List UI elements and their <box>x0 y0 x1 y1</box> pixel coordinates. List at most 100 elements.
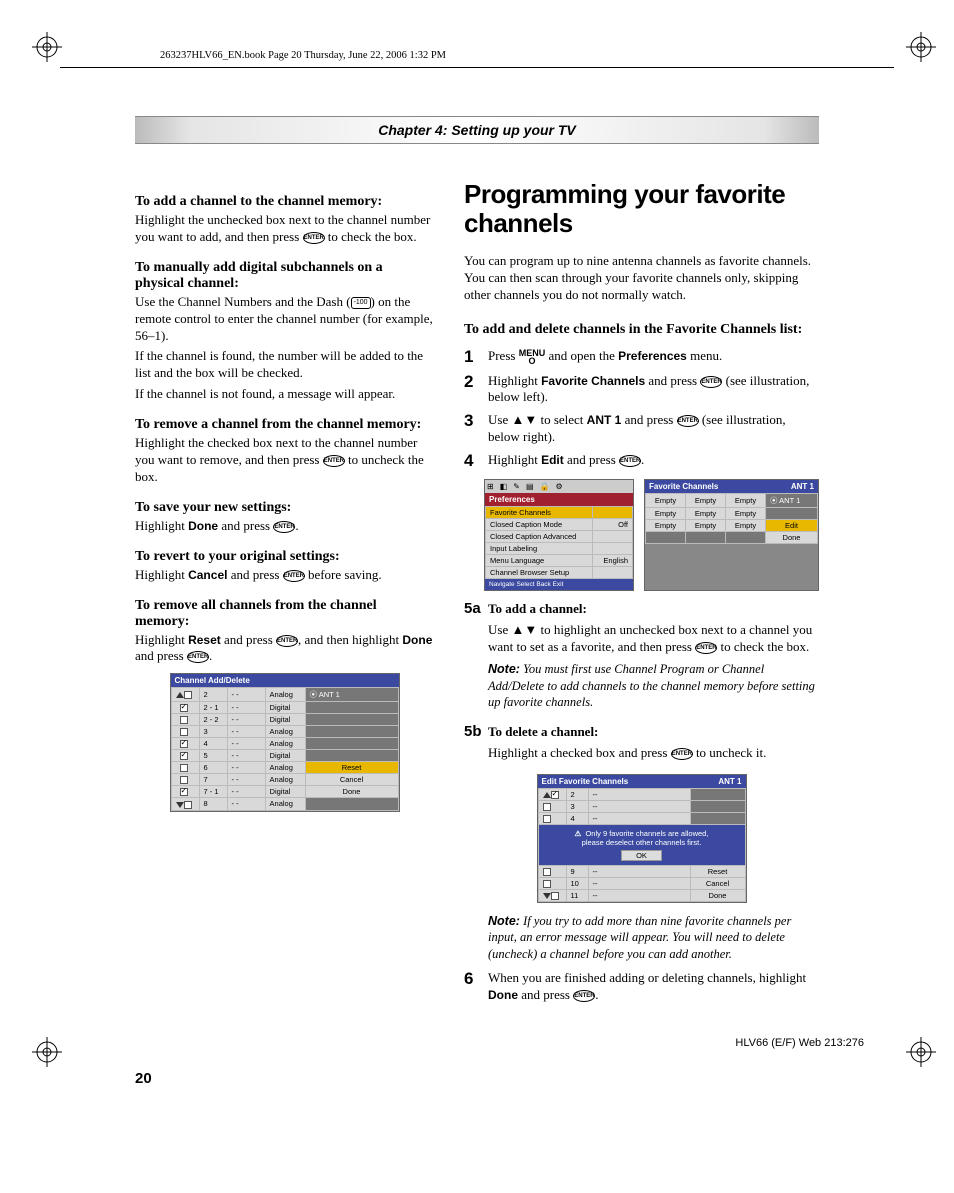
heading-remove-channel: To remove a channel from the channel mem… <box>135 417 434 433</box>
text: Done <box>488 988 518 1002</box>
text: Highlight <box>488 452 541 467</box>
text: Use <box>488 412 511 427</box>
text: Highlight <box>135 632 188 647</box>
enter-icon: ENTER <box>276 635 298 647</box>
enter-icon: ENTER <box>695 642 717 654</box>
step-4: 4 Highlight Edit and press ENTER. <box>464 452 819 471</box>
text: menu. <box>687 348 722 363</box>
text: Cancel <box>188 568 227 582</box>
text: Highlight <box>135 567 188 582</box>
para: Highlight the unchecked box next to the … <box>135 212 434 246</box>
enter-icon: ENTER <box>303 232 325 244</box>
heading-save: To save your new settings: <box>135 500 434 516</box>
text: to check the box. <box>325 229 417 244</box>
osd-preferences: ⊞◧✎▤🔒⚙ Preferences Favorite ChannelsClos… <box>484 479 634 591</box>
note: Note: If you try to add more than nine f… <box>488 913 819 962</box>
updown-arrows-icon: ▲▼ <box>511 622 537 637</box>
text: and press <box>621 412 676 427</box>
crop-mark-icon <box>906 32 936 62</box>
tab-icon: 🔒 <box>540 482 550 491</box>
heading-add-channel: To add a channel to the channel memory: <box>135 194 434 210</box>
step-3: 3 Use ▲▼ to select ANT 1 and press ENTER… <box>464 412 819 446</box>
sub-heading: To delete a channel: <box>488 724 598 739</box>
text: to check the box. <box>717 639 809 654</box>
text: Use <box>488 622 511 637</box>
para: Use the Channel Numbers and the Dash (-1… <box>135 294 434 345</box>
text: Press <box>488 348 519 363</box>
tab-icon: ▤ <box>526 482 534 491</box>
section-heading: Programming your favorite channels <box>464 180 819 237</box>
text: Edit <box>541 453 564 467</box>
text: , and then highlight <box>298 632 402 647</box>
osd-edit-favorites: Edit Favorite ChannelsANT 1 2--3--4--⚠ O… <box>537 774 747 903</box>
enter-icon: ENTER <box>677 415 699 427</box>
osd-footer: Navigate Select Back Exit <box>485 579 633 590</box>
text: When you are finished adding or deleting… <box>488 970 806 985</box>
enter-icon: ENTER <box>187 651 209 663</box>
enter-icon: ENTER <box>283 570 305 582</box>
tab-icon: ⊞ <box>487 482 494 491</box>
crop-mark-icon <box>32 1037 62 1067</box>
text: and open the <box>545 348 618 363</box>
tab-icon: ◧ <box>500 482 508 491</box>
osd-title: Preferences <box>485 493 633 506</box>
note: Note: You must first use Channel Program… <box>488 661 819 710</box>
text: Preferences <box>618 349 687 363</box>
enter-icon: ENTER <box>323 455 345 467</box>
osd-favorite-channels: Favorite ChannelsANT 1 EmptyEmptyEmpty⦿ … <box>644 479 819 591</box>
text: before saving. <box>305 567 382 582</box>
menu-icon: MENUO <box>519 349 546 365</box>
tab-icon: ⚙ <box>556 482 563 491</box>
heading-add-delete-fav: To add and delete channels in the Favori… <box>464 322 819 338</box>
tab-icon: ✎ <box>513 482 520 491</box>
text: Use the Channel Numbers and the Dash ( <box>135 294 351 309</box>
text: and press <box>218 518 273 533</box>
text: and press <box>518 987 573 1002</box>
footer-code: HLV66 (E/F) Web 213:276 <box>735 1037 864 1049</box>
text: Done <box>188 519 218 533</box>
text: Reset <box>188 633 221 647</box>
osd-channel-add-delete: Channel Add/Delete 2- -Analog⦿ ANT 12 - … <box>170 673 400 811</box>
step-2: 2 Highlight Favorite Channels and press … <box>464 373 819 407</box>
para: If the channel is found, the number will… <box>135 348 434 382</box>
heading-manual-sub: To manually add digital subchannels on a… <box>135 260 434 292</box>
para: If the channel is not found, a message w… <box>135 386 434 403</box>
para: Highlight Cancel and press ENTER before … <box>135 567 434 584</box>
sub-heading: To add a channel: <box>488 601 587 616</box>
enter-icon: ENTER <box>273 521 295 533</box>
enter-icon: ENTER <box>671 748 693 760</box>
text: to select <box>537 412 586 427</box>
right-column: Programming your favorite channels You c… <box>464 180 819 1010</box>
para: Highlight the checked box next to the ch… <box>135 435 434 486</box>
text: Favorite Channels <box>541 374 645 388</box>
page-header-line: 263237HLV66_EN.book Page 20 Thursday, Ju… <box>60 0 894 68</box>
chapter-banner: Chapter 4: Setting up your TV <box>135 116 819 144</box>
text: and press <box>221 632 276 647</box>
text: and press <box>135 648 187 663</box>
updown-arrows-icon: ▲▼ <box>511 412 537 427</box>
text: to uncheck it. <box>693 745 767 760</box>
step-6: 6 When you are finished adding or deleti… <box>464 970 819 1004</box>
step-5a: 5a To add a channel: Use ▲▼ to highlight… <box>464 601 819 718</box>
text: Done <box>402 633 432 647</box>
para: You can program up to nine antenna chann… <box>464 253 819 304</box>
step-5b: 5b To delete a channel: Highlight a chec… <box>464 724 819 766</box>
osd-title: Edit Favorite ChannelsANT 1 <box>538 775 746 788</box>
enter-icon: ENTER <box>619 455 641 467</box>
text: Highlight a checked box and press <box>488 745 671 760</box>
enter-icon: ENTER <box>700 376 722 388</box>
para: Highlight Reset and press ENTER, and the… <box>135 632 434 666</box>
heading-revert: To revert to your original settings: <box>135 549 434 565</box>
enter-icon: ENTER <box>573 990 595 1002</box>
text: and press <box>227 567 282 582</box>
text: Highlight <box>135 518 188 533</box>
crop-mark-icon <box>32 32 62 62</box>
osd-title: Channel Add/Delete <box>171 674 399 687</box>
text: and press <box>645 373 700 388</box>
text: ANT 1 <box>587 413 622 427</box>
left-column: To add a channel to the channel memory: … <box>135 180 434 1010</box>
step-1: 1 Press MENUO and open the Preferences m… <box>464 348 819 367</box>
text: and press <box>564 452 619 467</box>
para: Highlight Done and press ENTER. <box>135 518 434 535</box>
osd-title: Favorite ChannelsANT 1 <box>645 480 818 493</box>
